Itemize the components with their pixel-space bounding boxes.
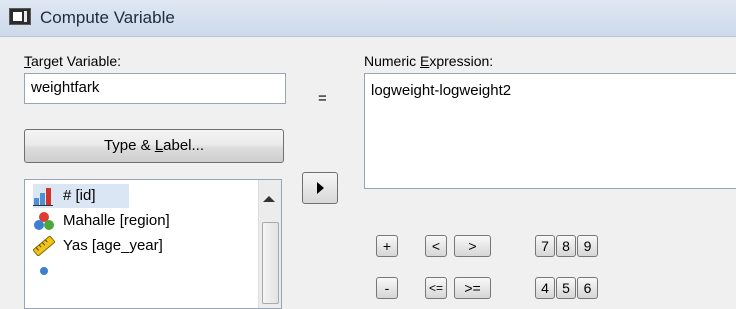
- variable-label: # [id]: [63, 187, 96, 204]
- ruler-scale-icon: [32, 235, 56, 257]
- key-4[interactable]: 4: [535, 277, 555, 299]
- key-greater-than[interactable]: >: [454, 235, 491, 257]
- key-7[interactable]: 7: [535, 235, 555, 257]
- move-to-expression-button[interactable]: [302, 172, 338, 204]
- list-scrollbar[interactable]: [258, 180, 281, 308]
- key-less-than[interactable]: <: [425, 235, 447, 257]
- variable-icon: [33, 261, 55, 281]
- key-6[interactable]: 6: [577, 277, 598, 299]
- scroll-up-arrow-icon[interactable]: [263, 196, 275, 202]
- target-variable-label: Target Variable:: [24, 53, 122, 69]
- target-variable-input[interactable]: weightfark: [24, 73, 286, 104]
- numeric-expression-textarea[interactable]: logweight-logweight2: [364, 73, 736, 189]
- numeric-expression-label: Numeric Expression:: [364, 53, 494, 69]
- key-9[interactable]: 9: [577, 235, 598, 257]
- key-greater-or-equal[interactable]: >=: [454, 277, 491, 299]
- scale-measure-icon: [33, 186, 55, 206]
- nominal-measure-icon: [33, 211, 55, 231]
- variable-label: Yas [age_year]: [63, 237, 163, 254]
- key-5[interactable]: 5: [556, 277, 576, 299]
- key-8[interactable]: 8: [556, 235, 576, 257]
- scroll-thumb[interactable]: [262, 222, 279, 304]
- arrow-right-icon: [317, 182, 324, 194]
- variable-label: Mahalle [region]: [63, 212, 170, 229]
- key-minus[interactable]: -: [376, 277, 398, 299]
- calculator-keypad: + < > 7 8 9 - <= >= 4 5 6: [362, 219, 736, 299]
- equals-sign: =: [318, 90, 327, 107]
- type-label-button[interactable]: Type & Label...: [24, 129, 284, 163]
- list-item[interactable]: # [id]: [33, 184, 129, 208]
- variable-list[interactable]: # [id] Mahalle [region] Yas [age_year]: [24, 179, 282, 309]
- key-plus[interactable]: +: [376, 235, 398, 257]
- key-less-or-equal[interactable]: <=: [425, 277, 447, 299]
- window-title: Compute Variable: [40, 8, 175, 27]
- title-bar: Compute Variable: [0, 0, 736, 37]
- compute-variable-dialog: Target Variable: weightfark = Numeric Ex…: [0, 37, 736, 309]
- app-icon: [9, 8, 31, 25]
